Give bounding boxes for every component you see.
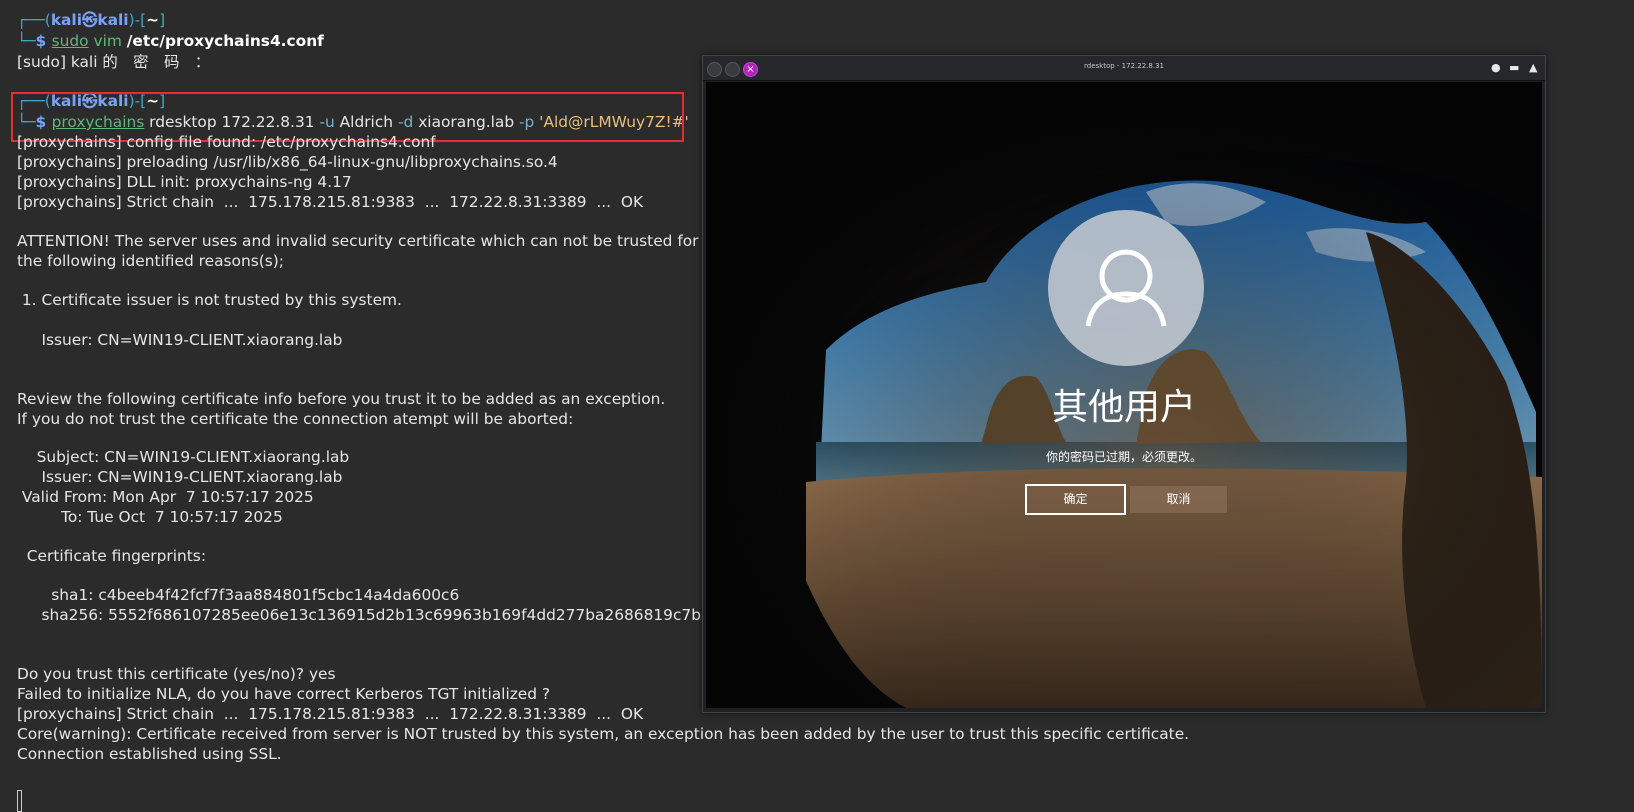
output-line: [proxychains] config file found: /etc/pr… bbox=[17, 133, 436, 151]
window-titlebar[interactable]: × rdesktop - 172.22.8.31 ● ▬ ▲ bbox=[703, 56, 1545, 81]
output-line: ATTENTION! The server uses and invalid s… bbox=[17, 232, 699, 250]
output-line: If you do not trust the certificate the … bbox=[17, 410, 574, 428]
prompt-line: ┌──(kali㉿kali)-[~] bbox=[17, 11, 166, 29]
output-line: Review the following certificate info be… bbox=[17, 390, 666, 408]
remote-desktop-screen[interactable]: 其他用户 你的密码已过期，必须更改。 确定 取消 bbox=[706, 82, 1542, 708]
dot-icon[interactable]: ● bbox=[1491, 61, 1501, 74]
output-line: Valid From: Mon Apr 7 10:57:17 2025 bbox=[17, 488, 314, 506]
output-line: Connection established using SSL. bbox=[17, 745, 282, 763]
output-line: Failed to initialize NLA, do you have co… bbox=[17, 685, 551, 703]
output-line: 1. Certificate issuer is not trusted by … bbox=[17, 291, 402, 309]
window-icon[interactable]: ▬ bbox=[1509, 61, 1519, 74]
prompt-user: kali bbox=[50, 11, 82, 29]
terminal-cursor bbox=[17, 790, 22, 812]
output-line: Subject: CN=WIN19-CLIENT.xiaorang.lab bbox=[17, 448, 350, 466]
output-line: Do you trust this certificate (yes/no)? … bbox=[17, 665, 336, 683]
cmd-vim: vim bbox=[93, 32, 122, 50]
output-line: [proxychains] Strict chain ... 175.178.2… bbox=[17, 705, 644, 723]
user-avatar bbox=[1048, 210, 1204, 366]
cancel-button[interactable]: 取消 bbox=[1130, 486, 1227, 513]
cmd-sudo: sudo bbox=[51, 32, 89, 50]
user-icon bbox=[1085, 249, 1167, 327]
output-line: Certificate fingerprints: bbox=[17, 547, 207, 565]
rdesktop-window[interactable]: × rdesktop - 172.22.8.31 ● ▬ ▲ 其他用户 你的密码… bbox=[702, 55, 1546, 713]
command-line: └─$ sudo vim /etc/proxychains4.conf bbox=[17, 32, 324, 50]
output-line: Issuer: CN=WIN19-CLIENT.xiaorang.lab bbox=[17, 331, 343, 349]
output-line: sha1: c4beeb4f42fcf7f3aa884801f5cbc14a4d… bbox=[17, 586, 460, 604]
output-line: [proxychains] DLL init: proxychains-ng 4… bbox=[17, 173, 352, 191]
username-label: 其他用户 bbox=[1051, 387, 1196, 428]
chevron-up-icon[interactable]: ▲ bbox=[1529, 61, 1537, 74]
sudo-prompt: [sudo] kali 的 密 码 ： bbox=[17, 53, 211, 71]
output-line: [proxychains] Strict chain ... 175.178.2… bbox=[17, 193, 644, 211]
ok-button[interactable]: 确定 bbox=[1025, 484, 1126, 515]
prompt-host: kali bbox=[97, 11, 129, 29]
output-line: Issuer: CN=WIN19-CLIENT.xiaorang.lab bbox=[17, 468, 343, 486]
output-line: sha256: 5552f686107285ee06e13c136915d2b1… bbox=[17, 606, 721, 624]
output-line: [proxychains] preloading /usr/lib/x86_64… bbox=[17, 153, 558, 171]
output-line: the following identified reasons(s); bbox=[17, 252, 284, 270]
window-title: rdesktop - 172.22.8.31 bbox=[1084, 62, 1164, 70]
output-line: Core(warning): Certificate received from… bbox=[17, 725, 1190, 743]
output-line: To: Tue Oct 7 10:57:17 2025 bbox=[17, 508, 283, 526]
prompt-dir: ~ bbox=[146, 11, 160, 29]
password-expired-message: 你的密码已过期，必须更改。 bbox=[1045, 450, 1202, 464]
cmd-arg: /etc/proxychains4.conf bbox=[126, 32, 324, 50]
